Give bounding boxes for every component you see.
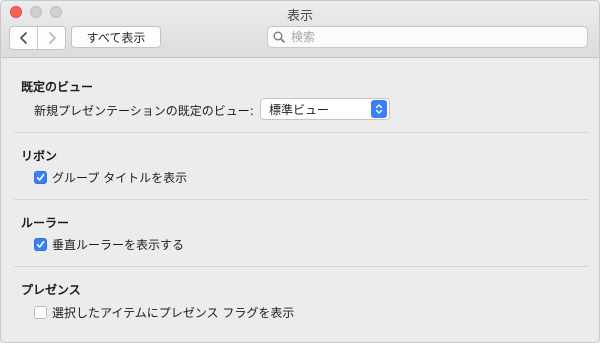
default-view-row: 新規プレゼンテーションの既定のビュー: (34, 102, 254, 119)
ribbon-section: リボン (14, 147, 588, 164)
window-title: 表示 (286, 9, 313, 24)
show-group-titles-row[interactable]: グループ タイトルを表示 (34, 169, 187, 186)
vertical-ruler-checkbox[interactable] (34, 238, 47, 251)
default-view-selected: 標準ビュー (269, 102, 330, 117)
navigation-buttons (9, 26, 66, 50)
popup-arrows-icon (371, 100, 387, 118)
show-group-titles-checkbox[interactable] (34, 171, 47, 184)
show-group-titles-label: グループ タイトルを表示 (52, 171, 188, 185)
presence-flag-label: 選択したアイテムにプレゼンス フラグを表示 (52, 306, 295, 320)
default-view-heading: 既定のビュー (21, 80, 94, 94)
ribbon-heading: リボン (21, 149, 58, 163)
default-view-section: 既定のビュー (14, 78, 588, 95)
vertical-ruler-row[interactable]: 垂直ルーラーを表示する (34, 236, 184, 253)
preferences-window: 表示 すべて表示 既定のビュー 新規プレゼンテー (0, 0, 600, 343)
presence-section: プレゼンス (14, 281, 588, 298)
show-all-button[interactable]: すべて表示 (71, 26, 161, 48)
search-field[interactable] (267, 26, 588, 48)
default-view-popup[interactable]: 標準ビュー (260, 98, 390, 120)
forward-button[interactable] (37, 27, 65, 49)
ruler-heading: ルーラー (21, 216, 70, 230)
vertical-ruler-label: 垂直ルーラーを表示する (52, 238, 185, 252)
divider (14, 132, 588, 133)
checkmark-icon (36, 174, 45, 181)
divider (14, 199, 588, 200)
presence-flag-row[interactable]: 選択したアイテムにプレゼンス フラグを表示 (34, 304, 294, 321)
forward-icon (48, 32, 56, 44)
title-bar: 表示 すべて表示 (1, 1, 599, 58)
default-view-label: 新規プレゼンテーションの既定のビュー: (34, 104, 254, 118)
back-icon (19, 32, 27, 44)
checkmark-icon (36, 241, 45, 248)
search-input[interactable] (289, 29, 573, 45)
presence-flag-checkbox[interactable] (34, 306, 47, 319)
back-button[interactable] (10, 27, 37, 49)
ruler-section: ルーラー (14, 214, 588, 231)
presence-heading: プレゼンス (21, 283, 81, 297)
search-icon (273, 31, 285, 43)
divider (14, 266, 588, 267)
